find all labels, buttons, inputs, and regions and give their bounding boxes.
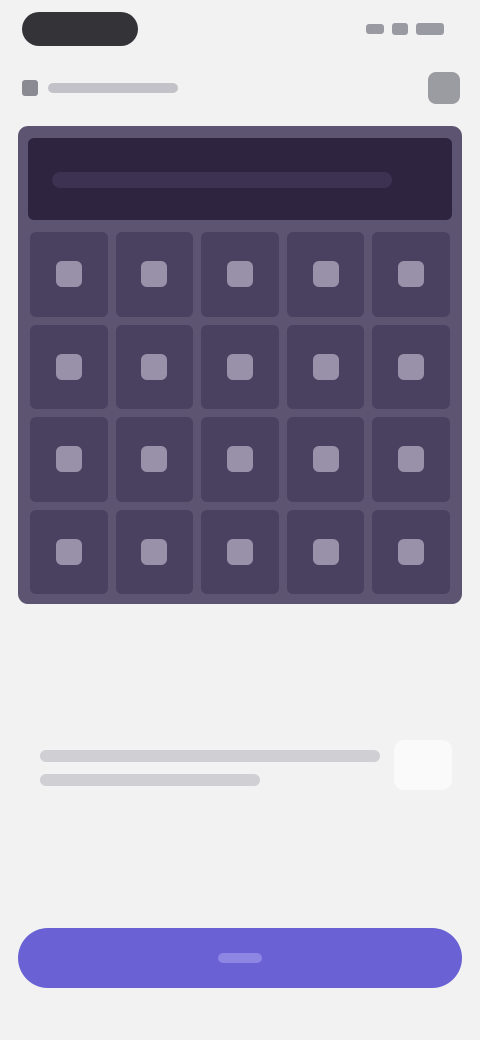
key-glyph — [226, 538, 253, 565]
key-glyph — [141, 538, 168, 565]
key-glyph — [398, 538, 425, 565]
signal-icon — [366, 24, 384, 34]
key-glyph — [226, 446, 253, 473]
display-value-placeholder — [52, 172, 392, 188]
key-glyph — [398, 446, 425, 473]
primary-action-label-placeholder — [218, 953, 262, 963]
keypad-key[interactable] — [372, 232, 450, 317]
menu-button[interactable] — [428, 72, 460, 104]
key-glyph — [226, 261, 253, 288]
keypad-key[interactable] — [372, 324, 450, 409]
wifi-icon — [392, 23, 408, 35]
key-glyph — [226, 353, 253, 380]
status-time-pill — [22, 12, 138, 46]
keypad-key[interactable] — [286, 417, 365, 502]
calculator-card — [18, 126, 462, 604]
keypad-key[interactable] — [30, 417, 108, 502]
setting-description-line — [40, 750, 380, 762]
keypad-key[interactable] — [115, 324, 194, 409]
top-navigation — [0, 68, 480, 108]
key-glyph — [55, 538, 82, 565]
key-glyph — [55, 261, 82, 288]
back-label-placeholder — [48, 83, 178, 93]
settings-row — [22, 736, 458, 796]
key-glyph — [312, 538, 339, 565]
keypad-key[interactable] — [30, 509, 108, 594]
keypad-key[interactable] — [115, 417, 194, 502]
keypad-key[interactable] — [115, 232, 194, 317]
key-glyph — [141, 446, 168, 473]
calculator-display — [28, 138, 452, 220]
keypad-key[interactable] — [372, 509, 450, 594]
setting-description-line — [40, 774, 260, 786]
battery-icon — [416, 23, 444, 35]
key-glyph — [312, 353, 339, 380]
primary-action-button[interactable] — [18, 928, 462, 988]
keypad-key[interactable] — [201, 232, 279, 317]
keypad-key[interactable] — [30, 324, 108, 409]
key-glyph — [398, 353, 425, 380]
key-glyph — [141, 261, 168, 288]
keypad-key[interactable] — [201, 509, 279, 594]
keypad-key[interactable] — [201, 324, 279, 409]
key-glyph — [141, 353, 168, 380]
keypad-key[interactable] — [115, 509, 194, 594]
back-button[interactable] — [22, 76, 212, 100]
key-glyph — [55, 353, 82, 380]
keypad-grid — [30, 232, 450, 594]
key-glyph — [312, 261, 339, 288]
key-glyph — [312, 446, 339, 473]
keypad-key[interactable] — [30, 232, 108, 317]
key-glyph — [55, 446, 82, 473]
key-glyph — [398, 261, 425, 288]
keypad-key[interactable] — [201, 417, 279, 502]
status-icons — [354, 22, 444, 36]
keypad-key[interactable] — [286, 509, 365, 594]
keypad-key[interactable] — [286, 324, 365, 409]
keypad-key[interactable] — [372, 417, 450, 502]
keypad-key[interactable] — [286, 232, 365, 317]
chevron-left-icon — [22, 80, 38, 96]
setting-toggle[interactable] — [394, 740, 452, 790]
status-bar — [0, 0, 480, 60]
